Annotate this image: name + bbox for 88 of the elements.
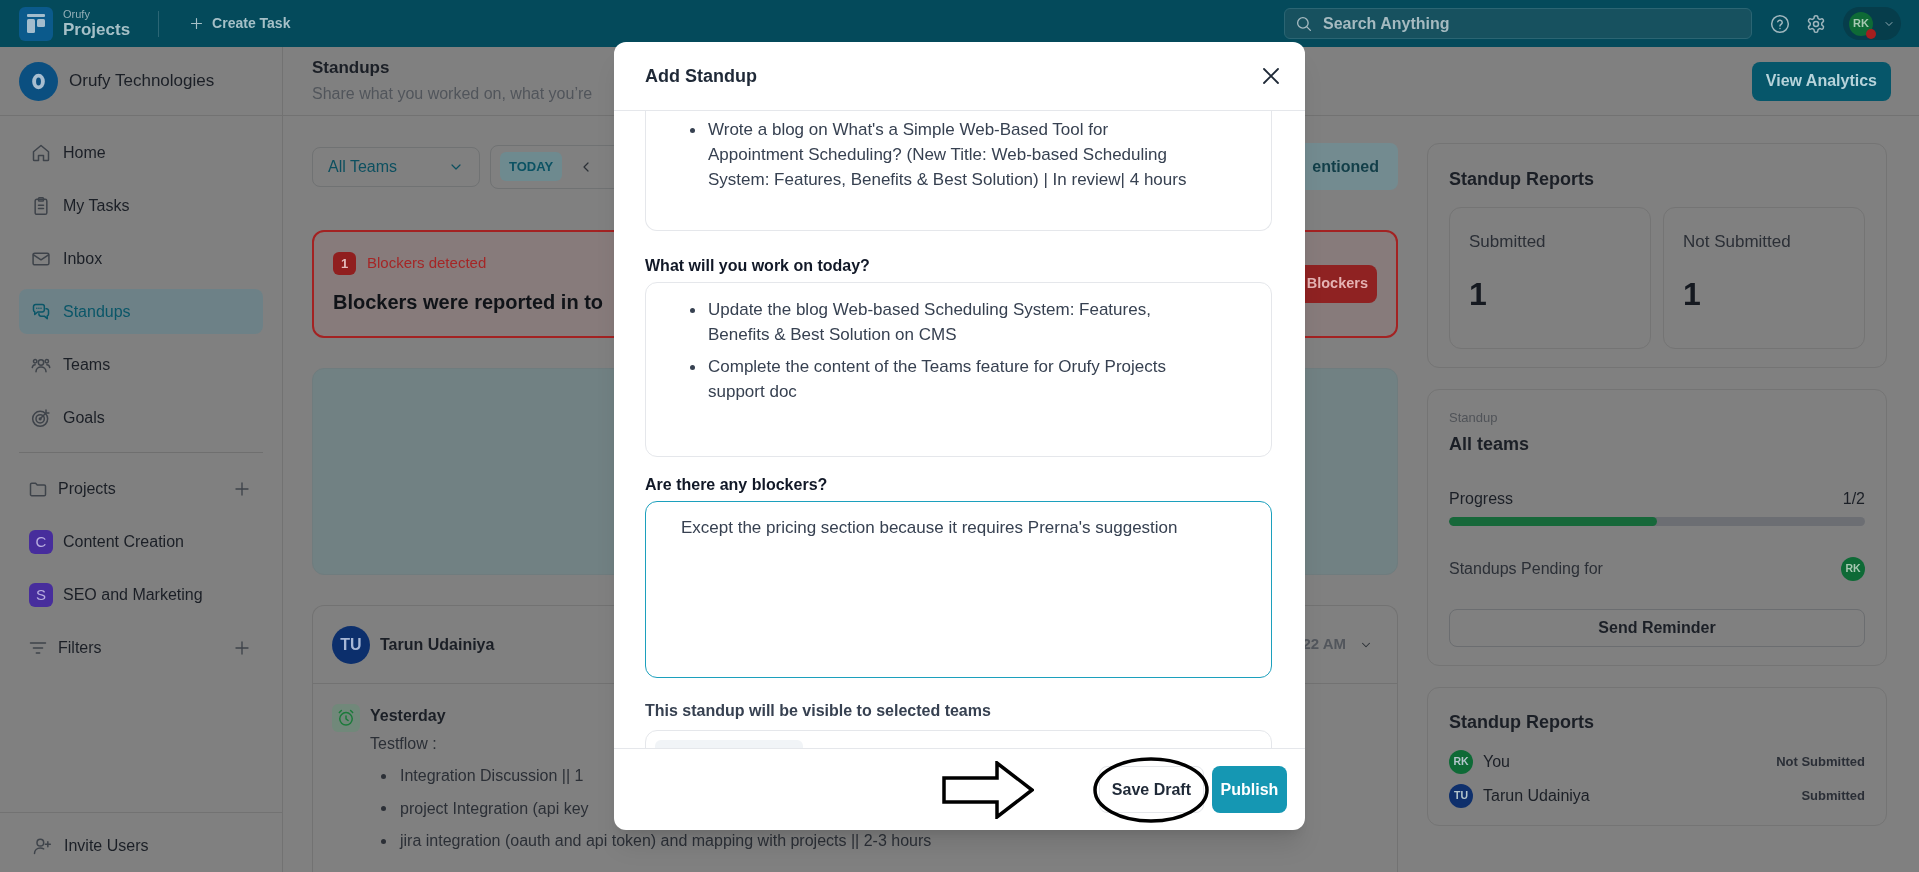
team-dropdown[interactable]: All Teams: [312, 146, 480, 187]
clipboard-icon: [31, 195, 51, 216]
user-avatar: RK: [1849, 11, 1873, 36]
project-badge: S: [29, 583, 53, 607]
user-avatar: RK: [1841, 557, 1865, 581]
publish-button[interactable]: Publish: [1212, 766, 1287, 813]
alert-message: Blockers were reported in to: [333, 290, 604, 315]
view-analytics-button[interactable]: View Analytics: [1751, 61, 1891, 101]
section-label[interactable]: Filters: [58, 636, 102, 660]
pending-label: Standups Pending for: [1449, 559, 1603, 579]
folder-icon: [28, 479, 48, 499]
highlight-ellipse-icon: [1092, 757, 1209, 823]
progress-reading: 1/2: [1842, 489, 1865, 509]
count-badge: 1: [333, 252, 356, 275]
rich-text-editor[interactable]: Update the blog Web-based Scheduling System: Features, Benefits & Best Solution on CMS Complete the content of the Teams feature for Orufy Projects support doc: [645, 282, 1272, 457]
submission-status: Submitted: [1801, 787, 1865, 806]
project-badge: C: [29, 530, 53, 554]
bullet-icon: [690, 308, 695, 313]
list-item: Wrote a blog on What's a Simple Web-Based Tool for Appointment Scheduling? (New Title: Web-based Scheduling System: Features, Benefits & Best Solution) | In review| 4 hours: [708, 119, 1188, 191]
bullet-icon: [690, 365, 695, 370]
add-button[interactable]: [233, 480, 251, 498]
nav-item[interactable]: Teams: [19, 342, 263, 387]
help-icon: [1770, 13, 1790, 34]
list-item: project Integration (api key: [400, 798, 589, 819]
settings-icon: [1806, 13, 1826, 34]
blockers-textarea[interactable]: Except the pricing section because it requires Prerna's suggestion: [645, 501, 1272, 678]
plus-icon: [189, 16, 205, 31]
bullet-icon: [690, 128, 695, 133]
list-item: Update the blog Web-based Scheduling System: Features, Benefits & Best Solution on CMS: [708, 299, 1152, 346]
stat-label: Submitted: [1469, 231, 1546, 253]
plus-icon: [233, 480, 251, 498]
rich-text-editor[interactable]: Wrote a blog on What's a Simple Web-Based Tool for Appointment Scheduling? (New Title: Web-based Scheduling System: Features, Benefits & Best Solution) | In review| 4 hours: [645, 111, 1272, 231]
field-label: Are there any blockers?: [645, 475, 828, 495]
create-task-button[interactable]: Create Task: [181, 8, 299, 39]
submission-status: Not Submitted: [1776, 753, 1865, 772]
user-avatar: RK: [1449, 750, 1473, 774]
send-reminder-button[interactable]: Send Reminder: [1449, 609, 1865, 647]
alarm-clock-icon: [332, 704, 360, 732]
card-title: All teams: [1449, 433, 1530, 456]
app-logo-icon: [19, 6, 53, 41]
user-name: Tarun Udainiya: [380, 634, 495, 655]
project-label: Testflow :: [370, 734, 437, 754]
invite-users-link[interactable]: Invite Users: [32, 833, 149, 858]
plus-icon: [233, 639, 251, 657]
stat-label: Not Submitted: [1683, 231, 1791, 253]
org-logo-icon: [19, 61, 58, 101]
logo-caption: Orufy: [63, 9, 91, 20]
logo-title: Projects: [63, 21, 131, 38]
user-avatar: TU: [332, 625, 370, 664]
nav-item[interactable]: Goals: [19, 395, 263, 440]
nav-item[interactable]: Inbox: [19, 236, 263, 281]
save-draft-button[interactable]: Save Draft: [1098, 766, 1204, 813]
stat-value: 1: [1683, 276, 1701, 312]
chat-bubbles-icon: [31, 301, 51, 322]
list-item: Integration Discussion || 1: [400, 766, 584, 787]
section-heading: Yesterday: [370, 706, 446, 726]
field-label: What will you work on today?: [645, 256, 870, 276]
bullet-icon: [381, 838, 386, 844]
settings-button[interactable]: [1806, 13, 1826, 34]
today-button[interactable]: TODAY: [500, 152, 563, 181]
field-label: This standup will be visible to selected teams: [645, 701, 991, 721]
add-button[interactable]: [233, 639, 251, 657]
project-item[interactable]: S SEO and Marketing: [19, 573, 263, 617]
progress-label: Progress: [1449, 489, 1514, 509]
help-button[interactable]: [1770, 13, 1790, 34]
dialog-title: Add Standup: [645, 64, 757, 88]
stat-value: 1: [1469, 276, 1487, 312]
card-title: Standup Reports: [1449, 711, 1594, 734]
project-item[interactable]: C Content Creation: [19, 520, 263, 564]
status-dot-icon: [1866, 28, 1876, 39]
user-menu-button[interactable]: RK: [1843, 7, 1901, 40]
nav-item[interactable]: Home: [19, 130, 263, 175]
list-item: Complete the content of the Teams feature for Orufy Projects support doc: [708, 356, 1167, 403]
section-label[interactable]: Projects: [58, 477, 116, 501]
organization-name[interactable]: Orufy Technologies: [69, 68, 215, 94]
list-item: jira integration (oauth and api token) and mapping with projects || 2-3 hours: [400, 831, 932, 852]
page-title: Standups: [312, 57, 390, 79]
home-icon: [31, 142, 51, 163]
card-title: Standup Reports: [1449, 168, 1595, 191]
user-name: You: [1483, 752, 1510, 772]
target-icon: [31, 407, 51, 428]
search-icon: [1295, 14, 1313, 33]
user-name: Tarun Udainiya: [1483, 786, 1590, 806]
alert-title: Blockers detected: [367, 253, 487, 274]
bullet-icon: [381, 773, 386, 779]
bullet-icon: [381, 806, 386, 812]
user-avatar: TU: [1449, 784, 1473, 808]
nav-item[interactable]: My Tasks: [19, 183, 263, 228]
